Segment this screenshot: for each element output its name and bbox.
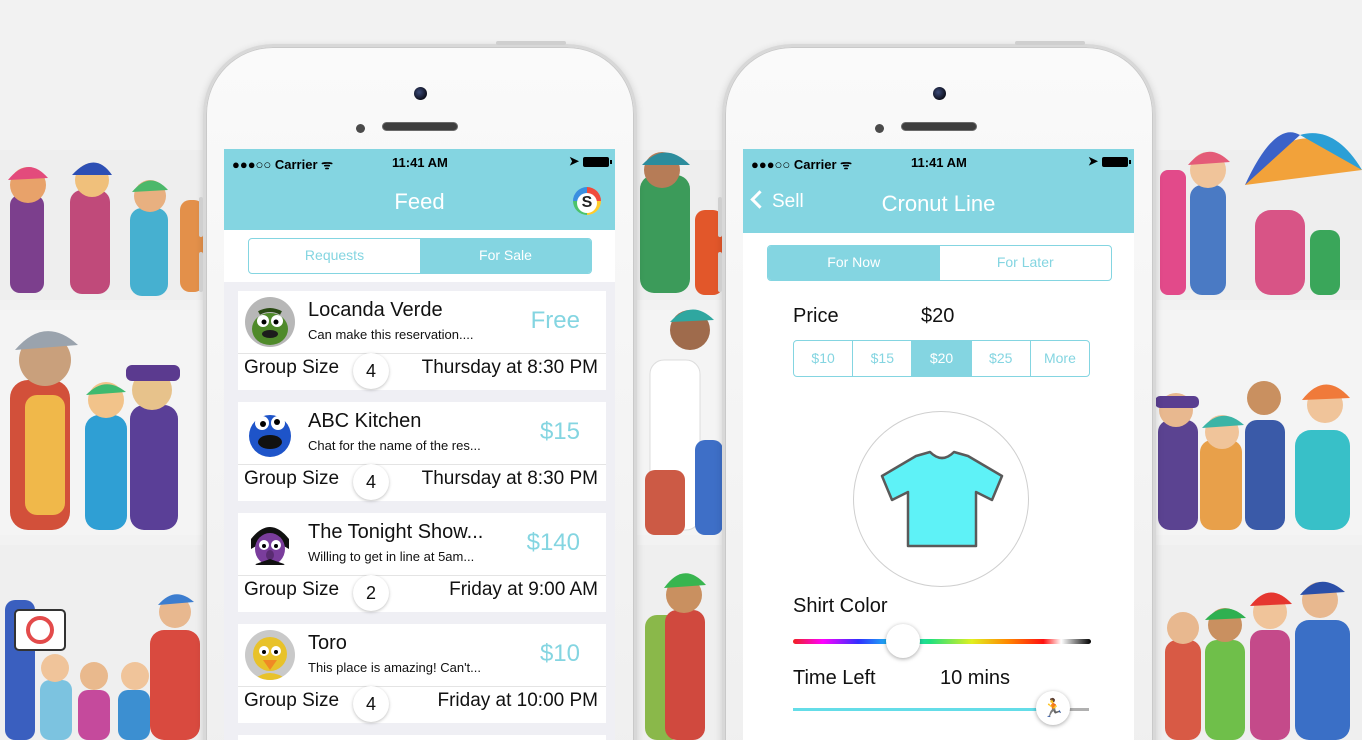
card-divider bbox=[238, 353, 606, 354]
status-time: 11:41 AM bbox=[911, 155, 967, 170]
item-description: Willing to get in line at 5am... bbox=[308, 549, 475, 564]
time-left-slider-fill bbox=[793, 708, 1054, 711]
sell-screen: ●●●○○ Carrier ᯤ 11:41 AM ➤ Sell Cronut L… bbox=[743, 149, 1134, 740]
status-time: 11:41 AM bbox=[392, 155, 448, 170]
tab-for-later[interactable]: For Later bbox=[940, 246, 1112, 280]
item-datetime: Friday at 9:00 AM bbox=[449, 579, 598, 600]
battery-icon bbox=[583, 157, 612, 167]
feed-item[interactable]: The Tonight Show... Willing to get in li… bbox=[238, 513, 606, 612]
group-size-badge: 4 bbox=[353, 353, 389, 389]
shirt-icon bbox=[880, 450, 1004, 548]
item-title: ABC Kitchen bbox=[308, 410, 422, 432]
shirt-color-slider-track[interactable] bbox=[793, 639, 1091, 644]
status-bar: ●●●○○ Carrier ᯤ 11:41 AM ➤ bbox=[743, 149, 1134, 175]
group-size-badge: 4 bbox=[353, 464, 389, 500]
location-arrow-icon: ➤ bbox=[568, 154, 579, 168]
phone-frame-feed: ●●●○○ Carrier ᯤ 11:41 AM ➤ Feed S Reques… bbox=[199, 41, 637, 740]
group-size-label: Group Size bbox=[244, 690, 340, 711]
item-description: This place is amazing! Can't... bbox=[308, 660, 481, 675]
price-option-15[interactable]: $15 bbox=[853, 341, 913, 376]
price-options: $10 $15 $20 $25 More bbox=[793, 340, 1090, 377]
item-datetime: Thursday at 8:30 PM bbox=[421, 357, 598, 378]
item-price: $15 bbox=[539, 418, 580, 445]
item-datetime: Thursday at 8:30 PM bbox=[421, 468, 598, 489]
carrier-label: ●●●○○ Carrier ᯤ bbox=[751, 157, 852, 172]
item-description: Chat for the name of the res... bbox=[308, 438, 481, 453]
price-option-10[interactable]: $10 bbox=[794, 341, 854, 376]
card-divider bbox=[238, 686, 606, 687]
carrier-label: ●●●○○ Carrier ᯤ bbox=[232, 157, 333, 172]
oscar-avatar bbox=[245, 297, 295, 347]
group-size-label: Group Size bbox=[244, 579, 340, 600]
price-option-25[interactable]: $25 bbox=[972, 341, 1031, 376]
sell-navbar: ●●●○○ Carrier ᯤ 11:41 AM ➤ Sell Cronut L… bbox=[743, 149, 1134, 233]
item-price: Free bbox=[530, 307, 580, 334]
feed-navbar: ●●●○○ Carrier ᯤ 11:41 AM ➤ Feed S bbox=[224, 149, 615, 230]
cookie-monster-avatar bbox=[245, 408, 295, 458]
phone-top-button bbox=[496, 41, 566, 45]
tab-for-sale[interactable]: For Sale bbox=[420, 239, 591, 273]
proximity-sensor bbox=[875, 124, 884, 133]
front-camera bbox=[414, 87, 427, 100]
item-title: Toro bbox=[308, 632, 347, 654]
page-title: Cronut Line bbox=[881, 191, 996, 216]
proximity-sensor bbox=[356, 124, 365, 133]
location-arrow-icon: ➤ bbox=[1087, 154, 1098, 168]
group-size-label: Group Size bbox=[244, 468, 340, 489]
item-price: $10 bbox=[539, 640, 580, 667]
price-option-more[interactable]: More bbox=[1031, 341, 1089, 376]
earpiece-speaker bbox=[382, 122, 458, 131]
price-value: $20 bbox=[921, 305, 955, 327]
feed-item[interactable]: Toro This place is amazing! Can't... $10… bbox=[238, 624, 606, 723]
card-divider bbox=[238, 464, 606, 465]
phone-side-button bbox=[718, 197, 722, 237]
shirt-preview bbox=[853, 411, 1029, 587]
battery-icon bbox=[1102, 157, 1131, 167]
time-left-label: Time Left bbox=[793, 667, 876, 689]
front-camera bbox=[933, 87, 946, 100]
status-bar: ●●●○○ Carrier ᯤ 11:41 AM ➤ bbox=[224, 149, 615, 175]
group-size-badge: 2 bbox=[353, 575, 389, 611]
item-price: $140 bbox=[526, 529, 580, 556]
feed-item[interactable]: ABC Kitchen Chat for the name of the res… bbox=[238, 402, 606, 501]
phone-top-button bbox=[1015, 41, 1085, 45]
big-bird-avatar bbox=[245, 630, 295, 680]
running-person-icon[interactable]: 🏃 bbox=[1036, 691, 1071, 725]
item-title: The Tonight Show... bbox=[308, 521, 484, 543]
feed-item[interactable]: Locanda Verde Can make this reservation.… bbox=[238, 291, 606, 390]
price-label: Price bbox=[793, 305, 839, 327]
tab-for-now[interactable]: For Now bbox=[768, 246, 940, 280]
phone-side-button bbox=[718, 252, 722, 292]
phone-side-button bbox=[199, 252, 203, 292]
shirt-color-label: Shirt Color bbox=[793, 595, 888, 617]
item-title: Locanda Verde bbox=[308, 299, 443, 321]
group-size-label: Group Size bbox=[244, 357, 340, 378]
earpiece-speaker bbox=[901, 122, 977, 131]
page-title: Feed bbox=[394, 189, 445, 214]
item-description: Can make this reservation.... bbox=[308, 327, 474, 342]
group-size-badge: 4 bbox=[353, 686, 389, 722]
feed-filter-bar: Requests For Sale bbox=[224, 230, 615, 282]
card-divider bbox=[238, 575, 606, 576]
price-option-20[interactable]: $20 bbox=[912, 341, 972, 376]
phone-side-button bbox=[199, 197, 203, 237]
tab-requests[interactable]: Requests bbox=[249, 239, 420, 273]
timing-segmented-control: For Now For Later bbox=[767, 245, 1112, 281]
app-logo-button[interactable]: S bbox=[573, 187, 601, 215]
feed-segmented-control: Requests For Sale bbox=[248, 238, 592, 274]
time-left-value: 10 mins bbox=[940, 667, 1011, 689]
phone-frame-sell: ●●●○○ Carrier ᯤ 11:41 AM ➤ Sell Cronut L… bbox=[718, 41, 1156, 740]
count-avatar bbox=[245, 519, 295, 569]
item-datetime: Friday at 10:00 PM bbox=[437, 690, 598, 711]
feed-list: Locanda Verde Can make this reservation.… bbox=[238, 291, 606, 740]
shirt-color-slider-thumb[interactable] bbox=[886, 624, 921, 658]
feed-screen: ●●●○○ Carrier ᯤ 11:41 AM ➤ Feed S Reques… bbox=[224, 149, 615, 740]
app-logo-letter: S bbox=[577, 193, 597, 213]
feed-item-partial[interactable] bbox=[238, 735, 606, 740]
